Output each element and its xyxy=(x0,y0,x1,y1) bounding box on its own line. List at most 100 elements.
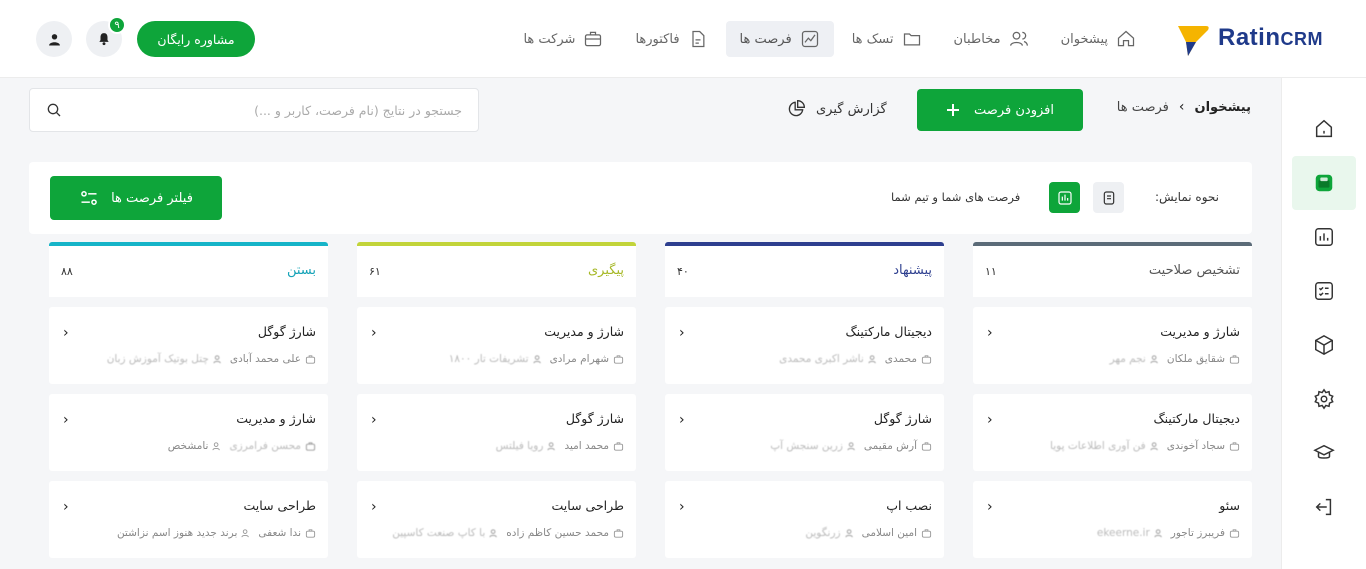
sidebar-item-home[interactable] xyxy=(1292,102,1356,156)
opportunity-card[interactable]: دیجیتال مارکتینگ › محمدی ناشر اکبری محمد… xyxy=(665,307,944,384)
sidebar-item-opportunities[interactable] xyxy=(1292,156,1356,210)
company-icon xyxy=(1229,354,1240,364)
opportunity-card[interactable]: شارژ گوگل › محمد امید رویا فیلتس xyxy=(357,394,636,471)
invoice-icon xyxy=(691,30,705,48)
column-header: بستن ۸۸ xyxy=(49,242,328,297)
scope-label[interactable]: فرصت های شما و تیم شما xyxy=(891,190,1020,204)
users-icon xyxy=(547,441,556,450)
card-meta: ندا شعفی برند جدید هنوز اسم نزاشتن xyxy=(117,527,316,539)
card-title: شارژ و مدیریت xyxy=(544,324,624,339)
chevron-right-icon[interactable]: › xyxy=(63,499,69,515)
breadcrumb-home[interactable]: پیشخوان xyxy=(1195,100,1252,115)
users-icon xyxy=(213,354,221,363)
nav-item-dashboard[interactable]: پیشخوان xyxy=(1047,21,1150,57)
pie-chart-icon xyxy=(788,99,806,117)
chevron-right-icon[interactable]: › xyxy=(371,412,377,428)
column-header: پیشنهاد ۴۰ xyxy=(665,242,944,297)
bell-icon xyxy=(99,33,109,46)
card-title: شارژ و مدیریت xyxy=(1160,324,1240,339)
company-icon xyxy=(921,354,932,364)
opportunity-card[interactable]: دیجیتال مارکتینگ › سجاد آخوندی فن آوری ا… xyxy=(973,394,1252,471)
opportunity-card[interactable]: شارژ گوگل › آرش مقیمی زرین سنجش آپ xyxy=(665,394,944,471)
chevron-right-icon[interactable]: › xyxy=(63,325,69,341)
card-contact: ناشر اکبری محمدی xyxy=(779,353,864,365)
users-icon xyxy=(1150,354,1158,363)
briefcase-icon xyxy=(585,31,602,47)
card-title: طراحی سایت xyxy=(243,498,316,513)
nav-item-opportunities[interactable]: فرصت ها xyxy=(725,21,834,57)
list-icon xyxy=(1103,190,1114,205)
card-contact: زرین سنجش آپ xyxy=(770,440,843,452)
column-title: تشخیص صلاحیت xyxy=(1148,263,1240,278)
nav-item-contacts[interactable]: مخاطبان xyxy=(940,21,1043,57)
card-contact: تشریفات تار ۱۸۰۰ xyxy=(448,353,529,365)
sidebar-item-reports[interactable] xyxy=(1292,210,1356,264)
column-header: پیگیری ۶۱ xyxy=(357,242,636,297)
filter-opportunities-button[interactable]: فیلتر فرصت ها xyxy=(50,176,222,220)
nav-item-invoices[interactable]: فاکتورها xyxy=(621,21,721,57)
opportunity-card[interactable]: شارژ و مدیریت › محسن فرامرزی نامشخص xyxy=(49,394,328,471)
card-contact: فن آوری اطلاعات پویا xyxy=(1050,440,1146,452)
card-meta: شقایق ملکان نجم مهر xyxy=(1110,353,1240,365)
chevron-right-icon[interactable]: › xyxy=(371,499,377,515)
users-icon xyxy=(1150,441,1158,450)
nav-item-companies[interactable]: شرکت ها xyxy=(509,21,617,57)
report-button[interactable]: گزارش گیری xyxy=(786,99,887,119)
users-icon xyxy=(1009,31,1028,46)
card-title: شارژ گوگل xyxy=(257,324,316,339)
users-icon xyxy=(212,441,221,450)
nav-item-tasks[interactable]: تسک ها xyxy=(838,21,936,57)
chevron-right-icon[interactable]: › xyxy=(987,325,993,341)
company-icon xyxy=(1229,528,1240,538)
sidebar-item-academy[interactable] xyxy=(1292,426,1356,480)
user-menu-button[interactable] xyxy=(36,21,72,57)
chevron-right-icon[interactable]: › xyxy=(679,412,685,428)
chevron-right-icon[interactable]: › xyxy=(371,325,377,341)
opportunity-card[interactable]: شارژ و مدیریت › شقایق ملکان نجم مهر xyxy=(973,307,1252,384)
opportunity-card[interactable]: شارژ گوگل › علی محمد آبادی چتل بوتیک آمو… xyxy=(49,307,328,384)
opportunity-card[interactable]: شارژ و مدیریت › شهرام مرادی تشریفات تار … xyxy=(357,307,636,384)
logo[interactable]: RatinCRM xyxy=(1176,20,1323,56)
card-title: شارژ و مدیریت xyxy=(236,411,316,426)
opportunity-card[interactable]: طراحی سایت › ندا شعفی برند جدید هنوز اسم… xyxy=(49,481,328,558)
sidebar-item-settings[interactable] xyxy=(1292,372,1356,426)
kanban-column-followup: پیگیری ۶۱ شارژ و مدیریت › شهرام مرادی تش… xyxy=(357,242,636,558)
chevron-right-icon[interactable]: › xyxy=(679,325,685,341)
bar-chart-icon xyxy=(1315,228,1333,246)
gear-icon xyxy=(1314,388,1334,410)
column-title: پیشنهاد xyxy=(893,263,932,278)
chevron-right-icon[interactable]: › xyxy=(987,499,993,515)
column-title: پیگیری xyxy=(588,263,624,278)
card-owner: آرش مقیمی xyxy=(863,440,917,452)
sidebar-item-products[interactable] xyxy=(1292,318,1356,372)
opportunity-card[interactable]: نصب اپ › امین اسلامی زرنگوین xyxy=(665,481,944,558)
opportunity-box-icon xyxy=(1315,174,1333,192)
opportunity-card[interactable]: سئو › فریبرز تاجور ekeerne.ir xyxy=(973,481,1252,558)
user-icon xyxy=(48,33,60,45)
search-icon[interactable] xyxy=(46,102,62,118)
card-contact: برند جدید هنوز اسم نزاشتن xyxy=(116,527,238,539)
free-consultation-button[interactable]: مشاوره رایگان xyxy=(137,21,255,57)
column-header: تشخیص صلاحیت ۱۱ xyxy=(973,242,1252,297)
chevron-right-icon[interactable]: › xyxy=(63,412,69,428)
search-input[interactable] xyxy=(62,102,462,118)
users-icon xyxy=(1154,528,1162,537)
card-owner: ندا شعفی xyxy=(258,527,301,539)
kanban-view-button[interactable] xyxy=(1049,182,1080,213)
opportunity-card[interactable]: طراحی سایت › محمد حسین کاظم زاده با کاپ … xyxy=(357,481,636,558)
sidebar-item-logout[interactable] xyxy=(1292,480,1356,534)
card-title: سئو xyxy=(1219,498,1240,513)
chevron-right-icon[interactable]: › xyxy=(679,499,685,515)
list-view-button[interactable] xyxy=(1093,182,1124,213)
chevron-right-icon[interactable]: › xyxy=(987,412,993,428)
card-title: دیجیتال مارکتینگ xyxy=(1153,411,1240,426)
company-icon xyxy=(921,441,932,451)
column-count: ۱۱ xyxy=(985,265,997,278)
add-opportunity-button[interactable]: افزودن فرصت xyxy=(917,89,1083,131)
sidebar-item-checklist[interactable] xyxy=(1292,264,1356,318)
home-icon xyxy=(1117,30,1135,47)
view-mode-label: نحوه نمایش: xyxy=(1154,190,1219,204)
main-nav: پیشخوان مخاطبان تسک ها فرصت ها فاکتورها … xyxy=(509,21,1150,57)
card-contact: با کاپ صنعت کاسپین xyxy=(392,527,486,539)
users-icon xyxy=(489,528,498,537)
